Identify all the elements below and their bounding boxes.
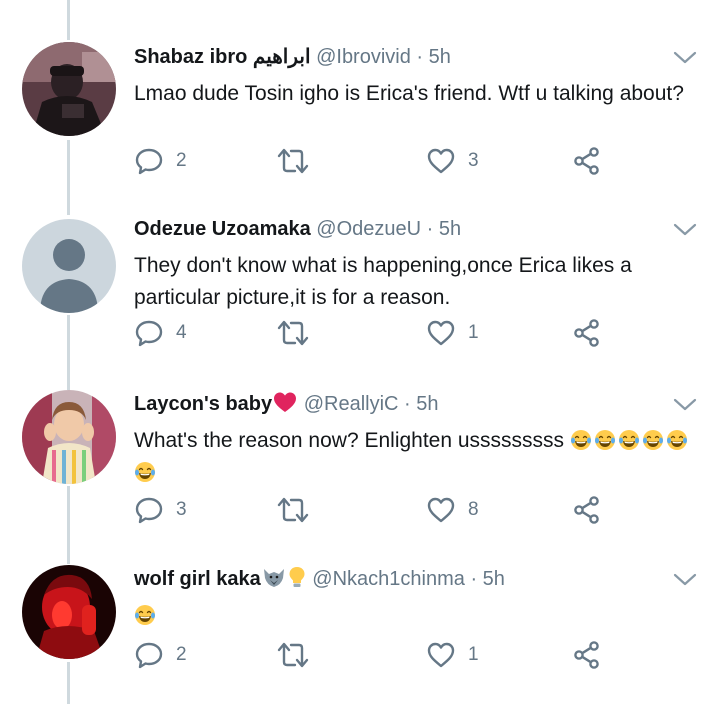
reply-icon xyxy=(135,642,163,669)
reply-icon xyxy=(135,497,163,524)
reply-count: 2 xyxy=(176,150,187,171)
display-name[interactable]: wolf girl kaka xyxy=(134,568,261,590)
retweet-icon xyxy=(277,642,309,668)
separator-dot: · xyxy=(404,393,411,415)
chevron-down-icon[interactable] xyxy=(672,50,698,66)
tweet-header: wolf girl kaka @Nkach1chinma · 5h xyxy=(134,564,660,594)
share-button[interactable] xyxy=(572,493,602,527)
tweet[interactable]: Laycon's baby @ReallyiC · 5h What's the … xyxy=(0,387,720,552)
reply-button[interactable]: 2 xyxy=(134,638,187,672)
tweet-text xyxy=(134,600,694,632)
reply-count: 4 xyxy=(176,322,187,343)
separator-dot: · xyxy=(416,46,424,68)
retweet-button[interactable] xyxy=(276,493,322,527)
timestamp[interactable]: 5h xyxy=(416,393,438,415)
tweet-header: Shabaz ibro ابراهيم @Ibrovivid · 5h xyxy=(134,42,660,72)
reply-count: 2 xyxy=(176,644,187,665)
share-icon xyxy=(574,496,599,524)
display-name[interactable]: Laycon's baby xyxy=(134,393,272,415)
separator-dot: · xyxy=(426,218,434,240)
user-handle[interactable]: @OdezueU xyxy=(316,218,421,240)
retweet-button[interactable] xyxy=(276,316,322,350)
like-count: 1 xyxy=(468,644,479,665)
retweet-icon xyxy=(277,148,309,174)
retweet-icon xyxy=(277,320,309,346)
tweet-text: They don't know what is happening,once E… xyxy=(134,254,632,309)
wolf-icon xyxy=(263,569,284,587)
share-button[interactable] xyxy=(572,144,602,178)
lightbulb-icon xyxy=(289,567,305,587)
laughing-tears-emoji xyxy=(642,430,663,450)
heart-icon xyxy=(427,497,455,523)
reply-icon xyxy=(135,148,163,175)
tweet-header: Odezue Uzoamaka @OdezueU · 5h xyxy=(134,214,660,244)
laughing-tears-emoji xyxy=(135,605,155,625)
display-name[interactable]: Odezue Uzoamaka xyxy=(134,218,311,240)
tweet[interactable]: Shabaz ibro ابراهيم @Ibrovivid · 5h Lmao… xyxy=(0,40,720,190)
timestamp[interactable]: 5h xyxy=(429,46,451,68)
laughing-tears-emoji xyxy=(618,430,639,450)
like-count: 8 xyxy=(468,499,479,520)
like-button[interactable]: 1 xyxy=(426,316,479,350)
laughing-tears-emoji xyxy=(135,462,155,482)
retweet-button[interactable] xyxy=(276,144,322,178)
like-button[interactable]: 1 xyxy=(426,638,479,672)
share-icon xyxy=(574,641,599,669)
action-bar: 2 1 xyxy=(134,638,614,672)
timestamp[interactable]: 5h xyxy=(483,568,505,590)
like-button[interactable]: 8 xyxy=(426,493,479,527)
avatar[interactable] xyxy=(22,42,116,136)
action-bar: 2 3 xyxy=(134,144,614,178)
user-handle[interactable]: @Nkach1chinma xyxy=(312,568,465,590)
laughing-tears-emoji xyxy=(594,430,615,450)
tweet-text: What's the reason now? Enlighten ussssss… xyxy=(134,425,694,489)
laughing-tears-emoji xyxy=(570,430,591,450)
heart-icon xyxy=(427,642,455,668)
chevron-down-icon[interactable] xyxy=(672,222,698,238)
timestamp[interactable]: 5h xyxy=(439,218,461,240)
reply-button[interactable]: 3 xyxy=(134,493,187,527)
share-button[interactable] xyxy=(572,638,602,672)
tweet[interactable]: wolf girl kaka @Nkach1chinma · 5h 2 1 xyxy=(0,562,720,704)
like-button[interactable]: 3 xyxy=(426,144,479,178)
share-icon xyxy=(574,147,599,175)
display-name[interactable]: Shabaz ibro ابراهيم xyxy=(134,46,311,68)
chevron-down-icon[interactable] xyxy=(672,397,698,413)
tweet-header: Laycon's baby @ReallyiC · 5h xyxy=(134,389,660,419)
avatar[interactable] xyxy=(22,219,116,313)
user-handle[interactable]: @Ibrovivid xyxy=(316,46,411,68)
tweet[interactable]: Odezue Uzoamaka @OdezueU · 5h They don't… xyxy=(0,212,720,377)
thread-line xyxy=(67,0,70,40)
action-bar: 4 1 xyxy=(134,316,614,350)
emoji-group xyxy=(134,604,158,627)
action-bar: 3 8 xyxy=(134,493,614,527)
user-handle[interactable]: @ReallyiC xyxy=(304,393,399,415)
avatar[interactable] xyxy=(22,565,116,659)
reply-icon xyxy=(135,320,163,347)
tweet-text: Lmao dude Tosin igho is Erica's friend. … xyxy=(134,82,684,105)
reply-count: 3 xyxy=(176,499,187,520)
tweet-text-content: What's the reason now? Enlighten ussssss… xyxy=(134,429,565,452)
reply-button[interactable]: 4 xyxy=(134,316,187,350)
share-icon xyxy=(574,319,599,347)
share-button[interactable] xyxy=(572,316,602,350)
like-count: 1 xyxy=(468,322,479,343)
red-heart-icon xyxy=(274,392,297,412)
like-count: 3 xyxy=(468,150,479,171)
reply-button[interactable]: 2 xyxy=(134,144,187,178)
heart-icon xyxy=(427,148,455,174)
heart-icon xyxy=(427,320,455,346)
separator-dot: · xyxy=(470,568,478,590)
retweet-button[interactable] xyxy=(276,638,322,672)
chevron-down-icon[interactable] xyxy=(672,572,698,588)
retweet-icon xyxy=(277,497,309,523)
avatar[interactable] xyxy=(22,390,116,484)
laughing-tears-emoji xyxy=(666,430,687,450)
